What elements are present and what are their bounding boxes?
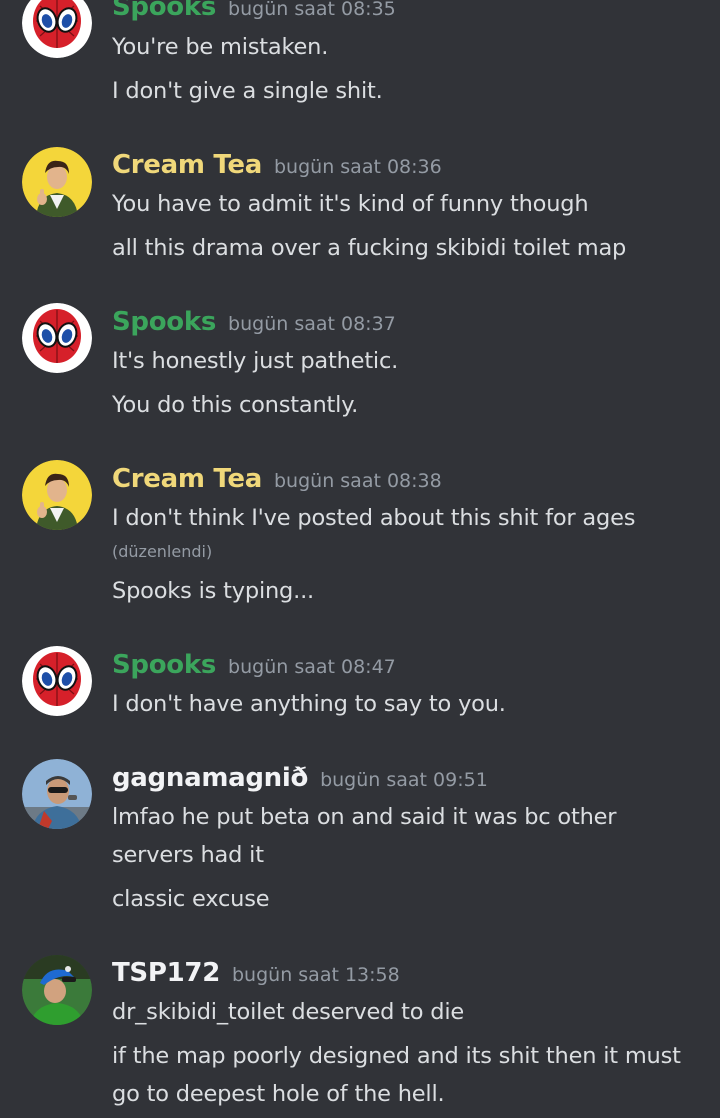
message-header: Spooks bugün saat 08:35 — [112, 0, 396, 22]
man-thumbs-up-avatar[interactable] — [22, 147, 92, 217]
message-text[interactable]: You have to admit it's kind of funny tho… — [112, 191, 589, 217]
timestamp: bugün saat 08:36 — [274, 156, 442, 178]
author-name[interactable]: Spooks — [112, 307, 216, 337]
message-header: Spooks bugün saat 08:47 — [112, 650, 396, 680]
timestamp: bugün saat 09:51 — [320, 769, 488, 791]
timestamp: bugün saat 08:35 — [228, 0, 396, 20]
spiderman-balloon-avatar[interactable] — [22, 646, 92, 716]
timestamp: bugün saat 08:47 — [228, 656, 396, 678]
man-sunglasses-avatar[interactable] — [22, 759, 92, 829]
message-header: Spooks bugün saat 08:37 — [112, 307, 396, 337]
message-header: Cream Tea bugün saat 08:38 — [112, 464, 442, 494]
author-name[interactable]: Cream Tea — [112, 150, 262, 180]
message-header: Cream Tea bugün saat 08:36 — [112, 150, 442, 180]
message-text[interactable]: classic excuse — [112, 886, 270, 912]
message-text[interactable]: You're be mistaken. — [112, 34, 328, 60]
timestamp: bugün saat 08:37 — [228, 313, 396, 335]
spiderman-balloon-avatar[interactable] — [22, 0, 92, 58]
message-header: TSP172 bugün saat 13:58 — [112, 958, 400, 988]
message-text[interactable]: It's honestly just pathetic. — [112, 348, 398, 374]
timestamp: bugün saat 13:58 — [232, 964, 400, 986]
message-text[interactable]: You do this constantly. — [112, 392, 358, 418]
timestamp: bugün saat 08:38 — [274, 470, 442, 492]
message-text[interactable]: I don't give a single shit. — [112, 78, 383, 104]
message-text[interactable]: if the map poorly designed and its shit … — [112, 1043, 681, 1069]
message-text[interactable]: all this drama over a fucking skibidi to… — [112, 235, 626, 261]
spiderman-balloon-avatar[interactable] — [22, 303, 92, 373]
author-name[interactable]: Cream Tea — [112, 464, 262, 494]
message-header: gagnamagnið bugün saat 09:51 — [112, 763, 488, 793]
message-text[interactable]: I don't have anything to say to you. — [112, 691, 506, 717]
message-text[interactable]: servers had it — [112, 842, 264, 868]
man-green-hat-avatar[interactable] — [22, 955, 92, 1025]
message-text[interactable]: go to deepest hole of the hell. — [112, 1081, 445, 1107]
author-name[interactable]: TSP172 — [112, 958, 220, 988]
author-name[interactable]: Spooks — [112, 650, 216, 680]
edited-label: (düzenlendi) — [112, 542, 213, 561]
message-text[interactable]: Spooks is typing... — [112, 578, 314, 604]
message-text[interactable]: lmfao he put beta on and said it was bc … — [112, 804, 617, 830]
message-text[interactable]: dr_skibidi_toilet deserved to die — [112, 999, 464, 1025]
author-name[interactable]: gagnamagnið — [112, 763, 308, 793]
man-thumbs-up-avatar[interactable] — [22, 460, 92, 530]
message-text[interactable]: I don't think I've posted about this shi… — [112, 505, 635, 531]
author-name[interactable]: Spooks — [112, 0, 216, 22]
